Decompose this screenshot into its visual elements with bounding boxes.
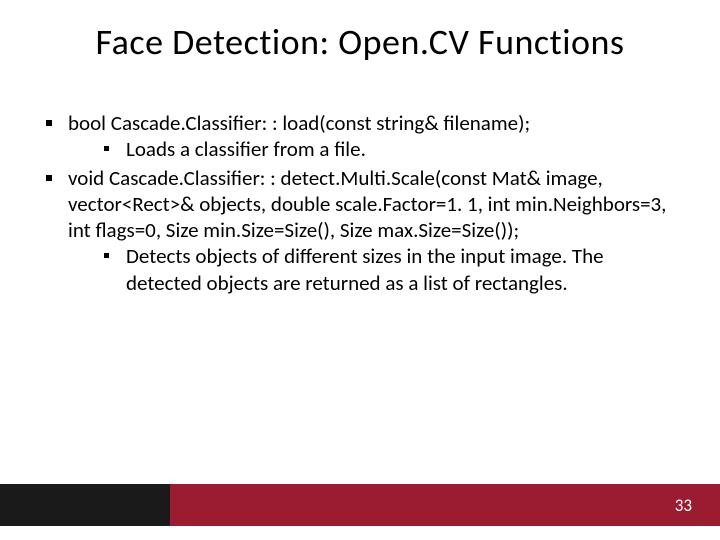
bullet-list: bool Cascade.Classifier: : load(const st…	[40, 110, 680, 296]
sub-bullet-list: Loads a classifier from a file.	[68, 136, 680, 162]
page-number: 33	[675, 495, 692, 516]
sub-bullet-text: Loads a classifier from a file.	[126, 136, 366, 162]
bullet-text: void Cascade.Classifier: : detect.Multi.…	[68, 165, 666, 244]
sub-bullet-item: Loads a classifier from a file.	[98, 136, 680, 162]
bullet-item-2: void Cascade.Classifier: : detect.Multi.…	[40, 165, 680, 296]
footer-dark-segment	[0, 484, 170, 526]
bullet-text: bool Cascade.Classifier: : load(const st…	[68, 110, 530, 136]
slide-title: Face Detection: Open.CV Functions	[0, 20, 720, 64]
sub-bullet-item: Detects objects of different sizes in th…	[98, 243, 680, 296]
slide-content: bool Cascade.Classifier: : load(const st…	[40, 110, 680, 298]
bullet-item-1: bool Cascade.Classifier: : load(const st…	[40, 110, 680, 163]
sub-bullet-text: Detects objects of different sizes in th…	[126, 243, 604, 295]
sub-bullet-list: Detects objects of different sizes in th…	[68, 243, 680, 296]
slide: Face Detection: Open.CV Functions bool C…	[0, 0, 720, 540]
